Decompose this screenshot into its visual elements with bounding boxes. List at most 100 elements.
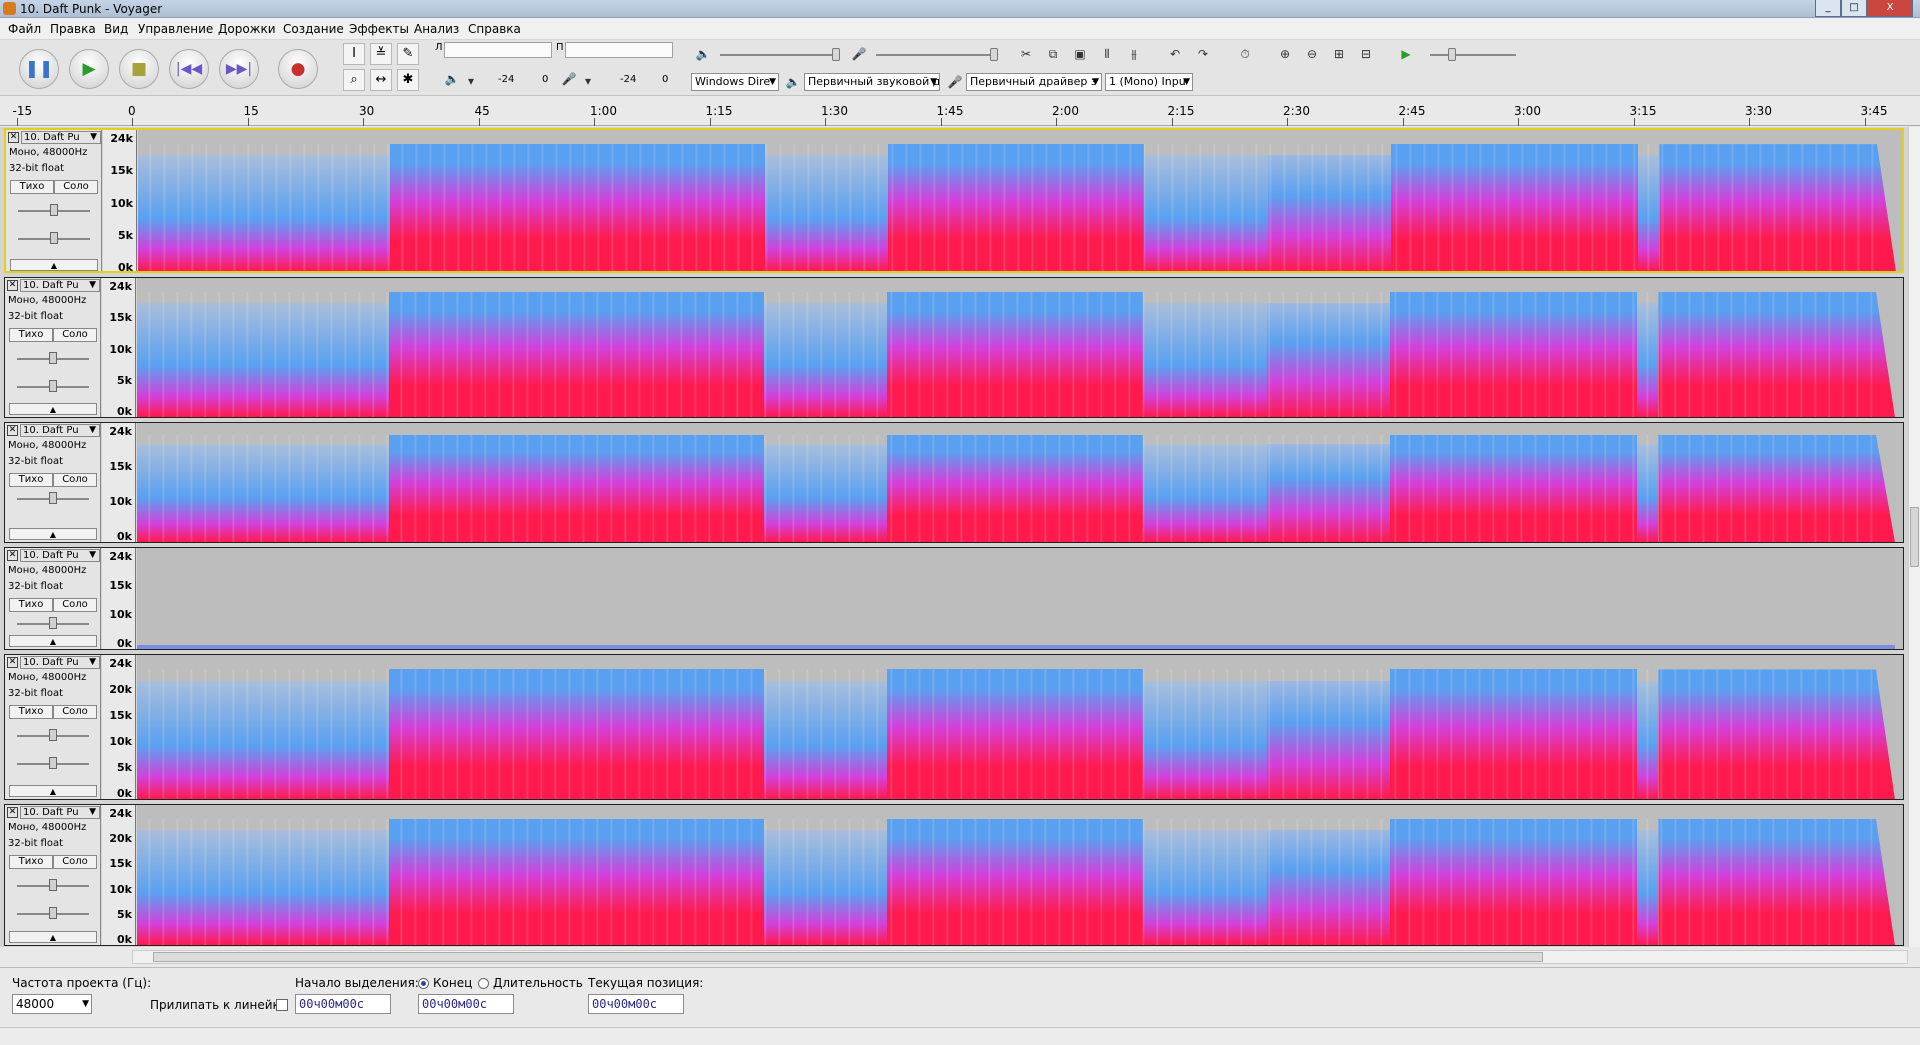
solo-button[interactable]: Соло [53,328,97,342]
close-track-icon[interactable]: ✕ [7,550,18,561]
recording-meter-right[interactable] [565,42,673,58]
audio-track[interactable]: ✕ 10. Daft Pu ▼ Моно, 48000Hz 32-bit float Ти… [4,654,1904,800]
chevron-down-icon[interactable]: ▾ [460,70,482,92]
record-volume-slider[interactable] [876,54,996,56]
solo-button[interactable]: Соло [53,473,97,487]
spectrogram[interactable] [137,423,1903,542]
spectrogram[interactable] [137,805,1903,945]
recording-device-select[interactable]: Первичный драйвер з ▼ [966,73,1102,91]
track-name-menu[interactable]: 10. Daft Pu ▼ [20,424,100,437]
recording-channels-select[interactable]: 1 (Mono) Inpu ▼ [1105,73,1193,91]
vertical-scrollbar[interactable] [1908,127,1920,947]
gain-knob[interactable] [49,492,57,504]
spectrogram[interactable] [137,548,1903,649]
audio-position-field[interactable]: 00ч00м00с [588,994,684,1014]
multi-tool[interactable]: ✱ [397,69,419,91]
timeline-ruler[interactable]: -15 0 15 30 45 1:00 1:15 1:30 1:45 2:00 2:15 2:30 2:… [0,96,1920,126]
track-name-menu[interactable]: 10. Daft Pu ▼ [20,656,100,669]
menu-view[interactable]: Вид [104,22,128,36]
playback-volume-knob[interactable] [832,48,840,61]
playback-device-select[interactable]: Первичный звуковой д ▼ [804,73,940,91]
spectrogram[interactable] [137,278,1903,417]
close-window-button[interactable]: X [1867,0,1913,17]
pause-button[interactable]: ❚❚ [19,49,59,89]
collapse-track-button[interactable]: ▲ [9,528,97,540]
mute-button[interactable]: Тихо [9,855,53,869]
audio-track[interactable]: ✕ 10. Daft Pu ▼ Моно, 48000Hz 32-bit float Ти… [4,804,1904,946]
menu-generate[interactable]: Создание [283,22,344,36]
spectrogram[interactable] [137,655,1903,799]
gain-knob[interactable] [49,879,57,891]
close-track-icon[interactable]: ✕ [7,657,18,668]
time-shift-tool[interactable]: ↔ [370,69,392,91]
length-radio[interactable] [478,978,489,989]
track-control-panel[interactable]: ✕ 10. Daft Pu ▼ Моно, 48000Hz 32-bit float Ти… [5,655,101,799]
fit-selection-icon[interactable]: ⊞ [1328,43,1350,65]
record-volume-knob[interactable] [990,48,998,61]
menu-tracks[interactable]: Дорожки [218,22,276,36]
collapse-track-button[interactable]: ▲ [9,785,97,797]
play-at-speed-icon[interactable]: ▶ [1395,43,1417,65]
close-track-icon[interactable]: ✕ [7,425,18,436]
menu-edit[interactable]: Правка [50,22,96,36]
track-control-panel[interactable]: ✕ 10. Daft Pu ▼ Моно, 48000Hz 32-bit float Ти… [6,130,102,271]
audio-track[interactable]: ✕ 10. Daft Pu ▼ Моно, 48000Hz 32-bit float Ти… [4,547,1904,650]
cut-icon[interactable]: ✂ [1015,43,1037,65]
skip-to-end-button[interactable]: ▶▶| [219,49,259,89]
menu-analyze[interactable]: Анализ [414,22,459,36]
solo-button[interactable]: Соло [53,855,97,869]
selection-start-field[interactable]: 00ч00м00с [295,994,391,1014]
close-track-icon[interactable]: ✕ [7,280,18,291]
recording-meter-left[interactable] [444,42,552,58]
copy-icon[interactable]: ⧉ [1042,43,1064,65]
sync-lock-icon[interactable]: ⏱ [1234,43,1256,65]
snap-to-checkbox[interactable] [276,999,288,1011]
maximize-button[interactable]: □ [1841,0,1867,17]
end-radio[interactable] [418,978,429,989]
audio-track[interactable]: ✕ 10. Daft Pu ▼ Моно, 48000Hz 32-bit float Ти… [4,277,1904,418]
gain-knob[interactable] [49,729,57,741]
pan-knob[interactable] [50,232,58,244]
audio-host-select[interactable]: Windows Dire ▼ [691,73,779,91]
gain-knob[interactable] [49,617,57,629]
play-button[interactable]: ▶ [69,49,109,89]
track-control-panel[interactable]: ✕ 10. Daft Pu ▼ Моно, 48000Hz 32-bit float Ти… [5,278,101,417]
close-track-icon[interactable]: ✕ [7,807,18,818]
collapse-track-button[interactable]: ▲ [10,259,98,271]
spectrogram[interactable] [138,130,1902,271]
mute-button[interactable]: Тихо [9,473,53,487]
pan-knob[interactable] [49,380,57,392]
minimize-button[interactable]: _ [1815,0,1841,17]
track-name-menu[interactable]: 10. Daft Pu ▼ [20,806,100,819]
pan-knob[interactable] [49,757,57,769]
pan-knob[interactable] [49,907,57,919]
record-button[interactable]: ● [278,49,318,89]
collapse-track-button[interactable]: ▲ [9,403,97,415]
audio-track[interactable]: ✕ 10. Daft Pu ▼ Моно, 48000Hz 32-bit float Ти… [4,128,1904,274]
zoom-out-icon[interactable]: ⊖ [1301,43,1323,65]
solo-button[interactable]: Соло [53,598,97,612]
menu-effects[interactable]: Эффекты [349,22,409,36]
project-rate-select[interactable]: 48000 ▼ [12,994,92,1014]
close-track-icon[interactable]: ✕ [8,132,19,143]
track-control-panel[interactable]: ✕ 10. Daft Pu ▼ Моно, 48000Hz 32-bit float Ти… [5,805,101,945]
horizontal-scroll-thumb[interactable] [153,952,1543,962]
mute-button[interactable]: Тихо [9,328,53,342]
silence-icon[interactable]: ⫵ [1123,43,1145,65]
redo-icon[interactable]: ↷ [1192,43,1214,65]
draw-tool[interactable]: ✎ [397,43,419,65]
skip-to-start-button[interactable]: |◀◀ [169,49,209,89]
audio-track[interactable]: ✕ 10. Daft Pu ▼ Моно, 48000Hz 32-bit float Ти… [4,422,1904,543]
zoom-tool[interactable]: ⌕ [343,69,365,91]
horizontal-scrollbar[interactable] [132,950,1908,964]
vertical-scroll-thumb[interactable] [1910,507,1919,567]
gain-knob[interactable] [49,352,57,364]
trim-icon[interactable]: ⫴ [1096,43,1118,65]
solo-button[interactable]: Соло [53,705,97,719]
stop-button[interactable]: ■ [119,49,159,89]
chevron-down-icon[interactable]: ▾ [577,70,599,92]
zoom-in-icon[interactable]: ⊕ [1274,43,1296,65]
solo-button[interactable]: Соло [54,180,98,194]
track-control-panel[interactable]: ✕ 10. Daft Pu ▼ Моно, 48000Hz 32-bit float Ти… [5,423,101,542]
selection-end-field[interactable]: 00ч00м00с [418,994,514,1014]
